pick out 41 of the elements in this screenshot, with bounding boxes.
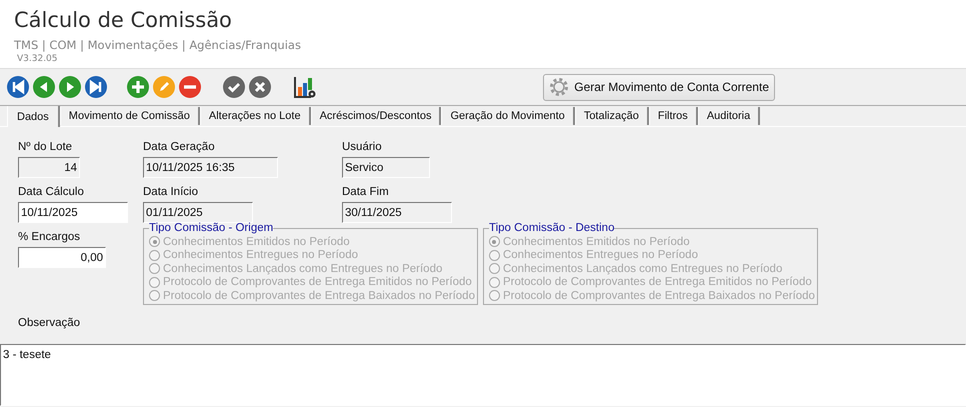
input-field[interactable]: 14	[18, 157, 80, 178]
generate-movement-button[interactable]: Gerar Movimento de Conta Corrente	[543, 74, 775, 100]
tab[interactable]: Geração do Movimento	[441, 107, 575, 125]
first-record-button[interactable]	[7, 76, 29, 98]
last-record-button[interactable]	[85, 76, 107, 98]
field-label: % Encargos	[18, 230, 80, 244]
field-label: Nº do Lote	[18, 140, 72, 154]
chart-settings-button[interactable]	[293, 75, 317, 99]
add-button[interactable]	[127, 76, 149, 98]
input-field[interactable]: 10/11/2025 16:35	[143, 157, 278, 178]
tab[interactable]: Auditoria	[698, 107, 760, 125]
tab[interactable]: Dados	[7, 106, 60, 127]
field-label: Observação	[18, 316, 80, 330]
field-label: Data Geração	[143, 140, 215, 154]
field-label: Usuário	[342, 140, 382, 154]
next-record-button[interactable]	[59, 76, 81, 98]
cancel-button[interactable]	[249, 76, 271, 98]
group-title: Tipo Comissão - Destino	[488, 222, 614, 235]
field-label: Data Início	[143, 185, 198, 199]
tab[interactable]: Filtros	[648, 107, 698, 125]
tab[interactable]: Alterações no Lote	[200, 107, 311, 125]
delete-button[interactable]	[179, 76, 201, 98]
input-field[interactable]: 01/11/2025	[143, 202, 253, 223]
input-field[interactable]: 10/11/2025	[18, 202, 128, 223]
observation-field[interactable]: 3 - tesete	[0, 344, 966, 406]
previous-record-button[interactable]	[33, 76, 55, 98]
input-field[interactable]: Servico	[342, 157, 430, 178]
group-title: Tipo Comissão - Origem	[149, 222, 274, 235]
window-title: Cálculo de Comissão	[14, 7, 232, 33]
tab[interactable]: Movimento de Comissão	[60, 107, 200, 125]
tab[interactable]: Acréscimos/Descontos	[310, 107, 442, 125]
tab[interactable]: Totalização	[574, 107, 649, 125]
edit-button[interactable]	[153, 76, 175, 98]
input-field[interactable]: 0,00	[18, 247, 106, 268]
version-label: V3.32.05	[17, 53, 59, 65]
field-label: Data Cálculo	[18, 185, 84, 199]
field-label: Data Fim	[342, 185, 389, 199]
input-field[interactable]: 30/11/2025	[342, 202, 452, 223]
breadcrumb: TMS | COM | Movimentações | Agências/Franquias	[14, 38, 302, 52]
confirm-button[interactable]	[223, 76, 245, 98]
gear-icon	[549, 77, 570, 97]
